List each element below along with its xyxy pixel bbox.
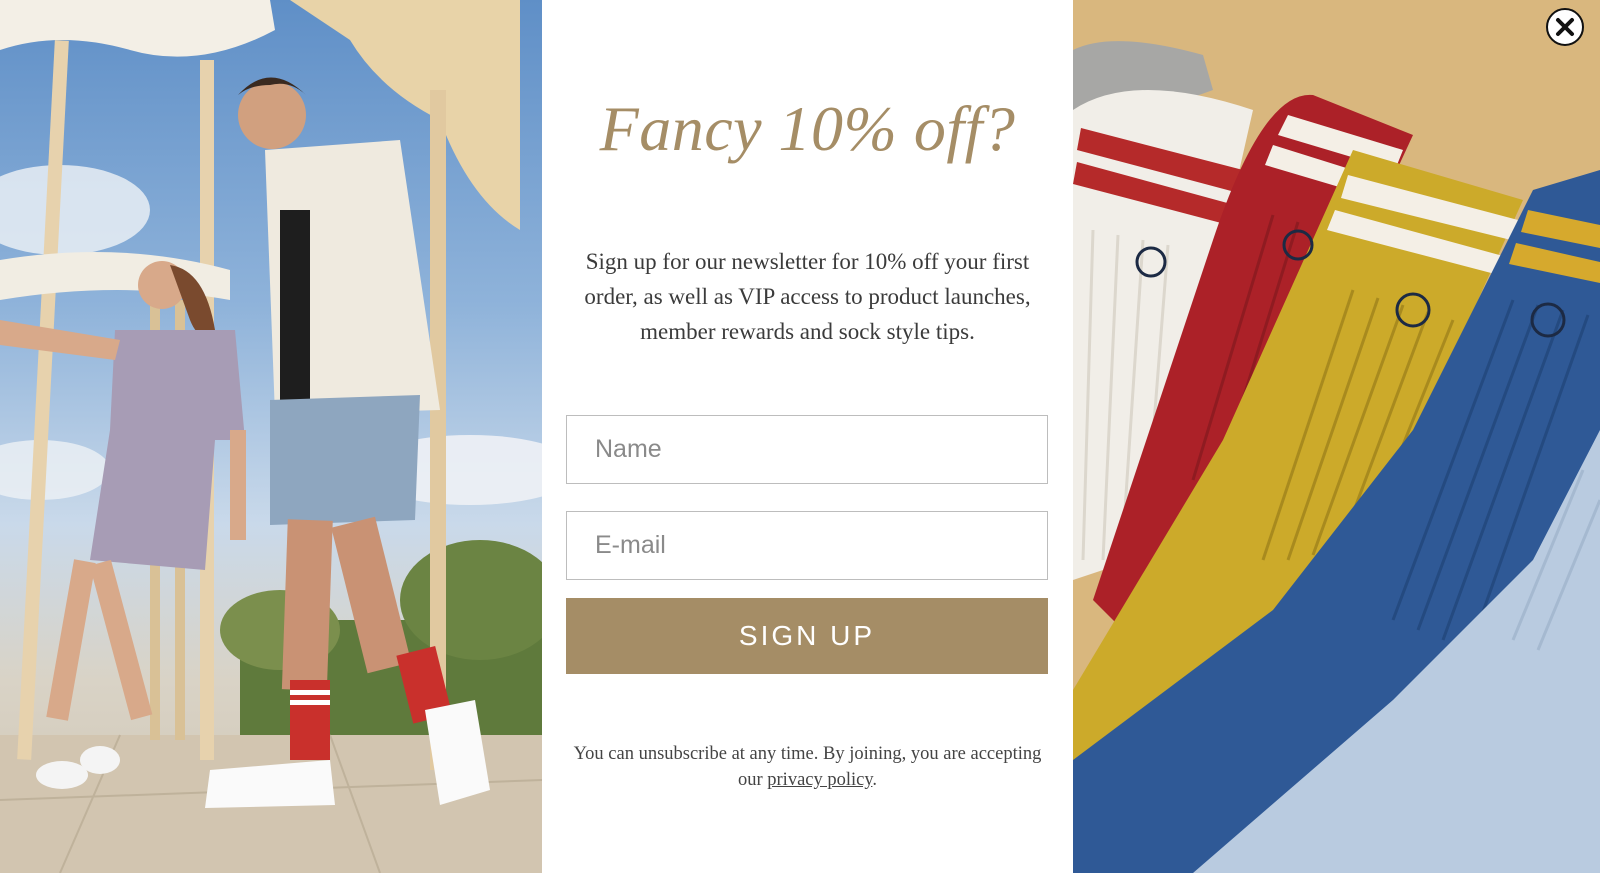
fine-print-end: .: [872, 770, 878, 790]
socks-photo-illustration: [1073, 41, 1600, 873]
popup-headline: Fancy 10% off?: [599, 93, 1016, 164]
sign-up-button[interactable]: SIGN UP: [566, 598, 1048, 674]
lifestyle-photo-illustration: [0, 0, 542, 873]
lifestyle-photo: [0, 0, 542, 873]
privacy-policy-link[interactable]: privacy policy: [767, 770, 872, 790]
popup-description: Sign up for our newsletter for 10% off y…: [584, 249, 1031, 344]
signup-panel: Fancy 10% off? Sign up for our newslette…: [542, 0, 1073, 873]
close-button[interactable]: [1546, 8, 1584, 46]
email-input[interactable]: [566, 511, 1048, 580]
newsletter-popup: Fancy 10% off? Sign up for our newslette…: [0, 0, 1600, 873]
socks-photo: [1073, 0, 1600, 873]
close-icon: [1556, 18, 1574, 36]
fine-print: You can unsubscribe at any time. By join…: [572, 741, 1043, 793]
name-input[interactable]: [566, 415, 1048, 484]
